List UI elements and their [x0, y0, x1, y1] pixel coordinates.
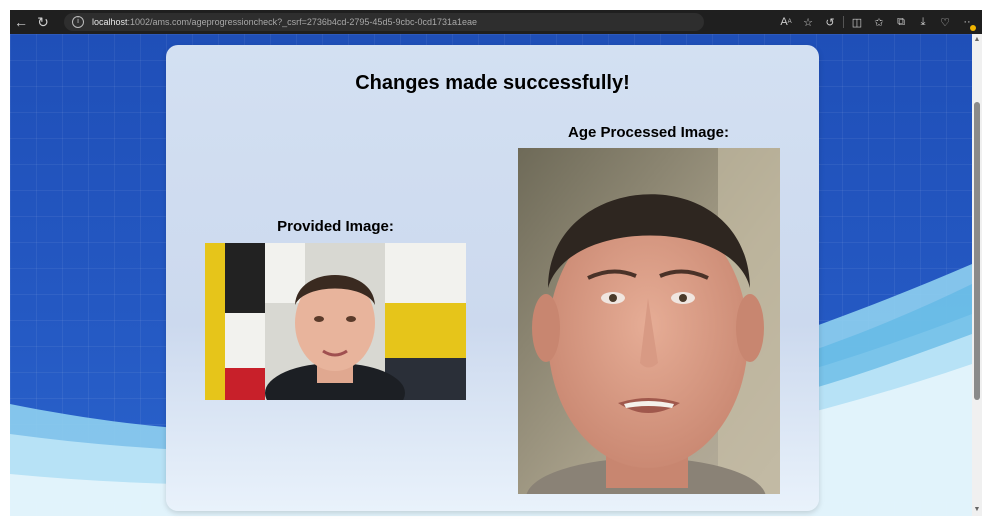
reload-icon[interactable]: ↻: [32, 11, 54, 33]
provided-image-label: Provided Image:: [277, 218, 394, 235]
browser-toolbar: ← ↻ i localhost :1002/ams.com/ageprogres…: [10, 10, 982, 34]
scroll-thumb[interactable]: [974, 102, 980, 400]
favorite-star-icon[interactable]: ☆: [797, 11, 819, 33]
split-screen-icon[interactable]: ◫: [846, 11, 868, 33]
health-icon[interactable]: ♡: [934, 11, 956, 33]
scroll-up-icon[interactable]: ▲: [973, 36, 981, 44]
notification-badge: [970, 25, 976, 31]
more-icon[interactable]: ··: [956, 11, 978, 33]
copilot-icon[interactable]: ↺: [819, 11, 841, 33]
provided-image: [205, 243, 466, 400]
processed-image: [518, 148, 780, 494]
toolbar-icons: AA ☆ ↺ ◫ ✩ ⧉ ⤓ ♡ ··: [775, 10, 978, 34]
url-host: localhost: [92, 17, 128, 27]
page-title: Changes made successfully!: [355, 72, 630, 94]
screen: ← ↻ i localhost :1002/ams.com/ageprogres…: [0, 0, 992, 526]
favorites-icon[interactable]: ✩: [868, 11, 890, 33]
vertical-scrollbar[interactable]: ▲ ▼: [972, 34, 982, 516]
result-card: Changes made successfully! Provided Imag…: [166, 45, 819, 511]
address-bar[interactable]: i localhost :1002/ams.com/ageprogression…: [64, 13, 704, 31]
back-arrow-icon[interactable]: ←: [10, 11, 32, 33]
site-info-icon[interactable]: i: [72, 16, 84, 28]
processed-image-label: Age Processed Image:: [568, 124, 729, 141]
url-path: :1002/ams.com/ageprogressioncheck?_csrf=…: [127, 17, 478, 27]
scroll-down-icon[interactable]: ▼: [973, 506, 981, 514]
downloads-icon[interactable]: ⤓: [912, 11, 934, 33]
read-aloud-icon[interactable]: AA: [775, 11, 797, 33]
toolbar-divider: [843, 16, 844, 28]
collections-icon[interactable]: ⧉: [890, 11, 912, 33]
